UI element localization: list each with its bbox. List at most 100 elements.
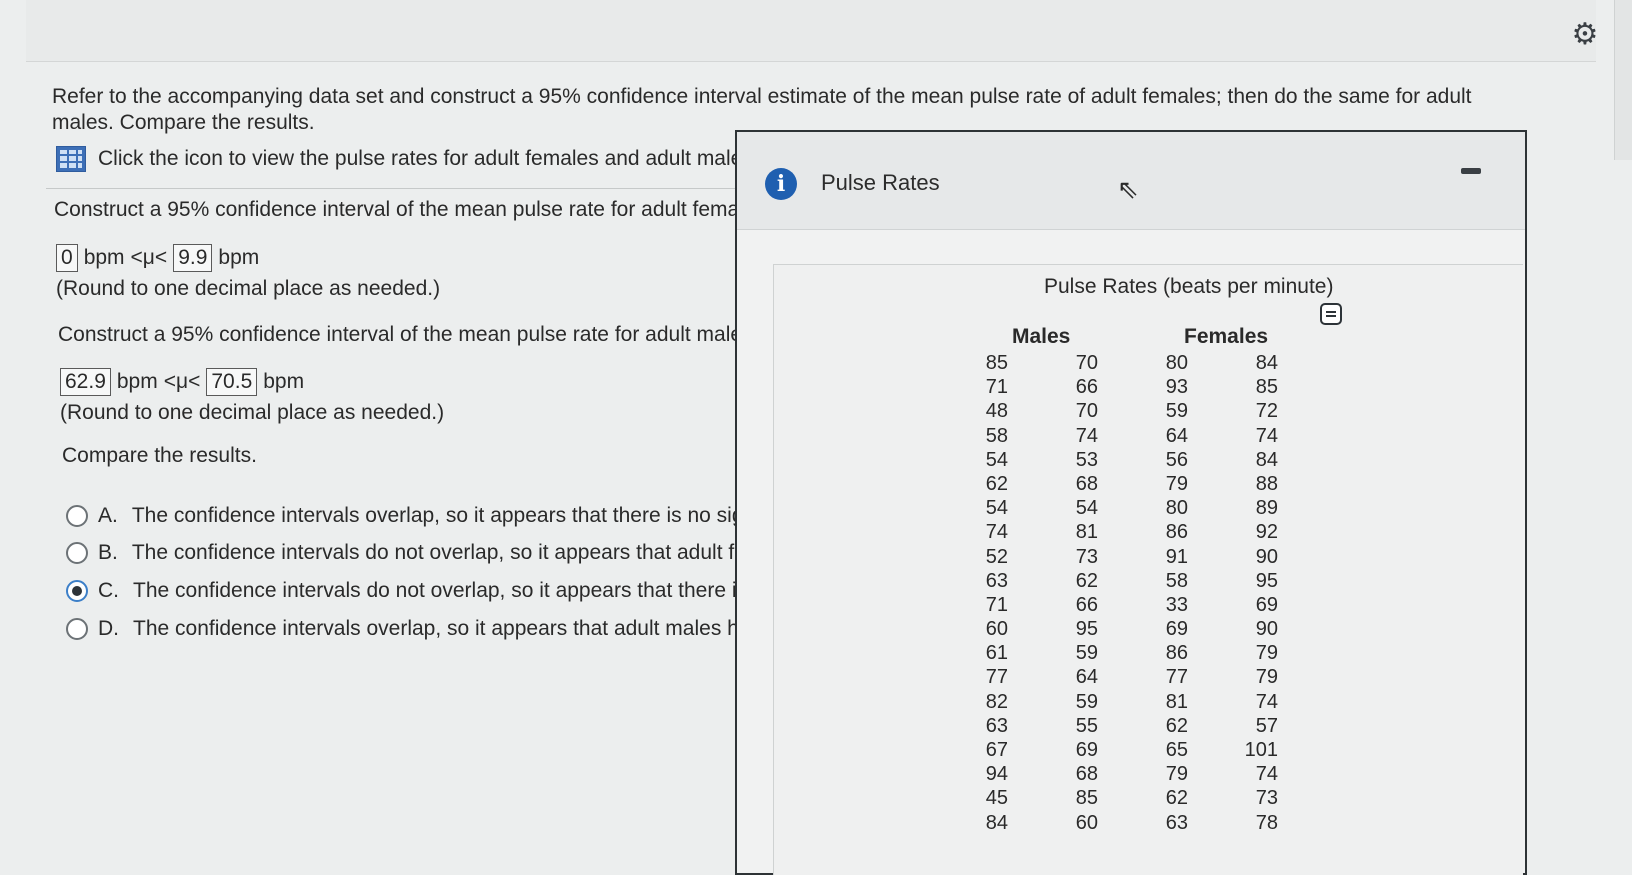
table-cell: 48 (985, 400, 1008, 423)
table-cell: 60 (985, 618, 1008, 641)
question-text: Refer to the accompanying data set and c… (52, 85, 1472, 134)
table-cell: 63 (985, 714, 1008, 737)
gear-icon[interactable]: ⚙ (1568, 18, 1602, 52)
table-cell: 52 (985, 545, 1008, 568)
table-cell: 80 (1165, 497, 1188, 520)
table-cell: 79 (1255, 642, 1278, 665)
table-cell: 79 (1255, 666, 1278, 689)
table-cell: 67 (985, 739, 1008, 761)
table-cell: 62 (1165, 787, 1188, 810)
part2-lower-input[interactable]: 62.9 (60, 368, 111, 396)
unit-label: bpm (218, 246, 260, 269)
table-cell: 81 (1075, 521, 1098, 544)
option-b[interactable]: B. The confidence intervals do not overl… (66, 541, 791, 565)
table-cell: 66 (1075, 593, 1098, 616)
table-cell: 54 (985, 497, 1008, 520)
males-col-2: 70 66 70 74 53 68 54 81 73 62 66 95 59 64 59 55 69 68 85 60 (1068, 351, 1098, 835)
table-cell: 101 (1244, 739, 1278, 761)
table-cell: 79 (1165, 763, 1188, 786)
table-cell: 84 (1255, 352, 1278, 374)
table-cell: 54 (985, 448, 1008, 471)
table-cell: 90 (1255, 618, 1278, 641)
table-cell: 71 (985, 593, 1008, 616)
table-cell: 56 (1165, 448, 1188, 471)
table-cell: 64 (1165, 424, 1188, 447)
unit-label: bpm (83, 246, 125, 269)
popup-header[interactable]: i Pulse Rates ⇖ (737, 132, 1525, 230)
table-cell: 85 (985, 352, 1008, 374)
table-cell: 61 (985, 642, 1008, 665)
part2-answer: 62.9 bpm <μ< 70.5 bpm (60, 368, 304, 396)
table-cell: 59 (1075, 642, 1098, 665)
table-cell: 60 (1075, 811, 1098, 834)
data-link-label[interactable]: Click the icon to view the pulse rates f… (98, 147, 759, 171)
table-cell: 74 (985, 521, 1008, 544)
table-cell: 62 (1165, 714, 1188, 737)
table-cell: 69 (1075, 739, 1098, 761)
table-cell: 70 (1075, 400, 1098, 423)
data-link[interactable]: Click the icon to view the pulse rates f… (56, 146, 759, 172)
males-col-1: 85 71 48 58 54 62 54 74 52 63 71 60 61 77 82 63 67 94 45 84 (978, 351, 1008, 835)
cursor-icon: ⇖ (1117, 174, 1139, 204)
table-cell: 74 (1255, 763, 1278, 786)
part1-prompt: Construct a 95% confidence interval of t… (54, 198, 772, 221)
table-cell: 69 (1165, 618, 1188, 641)
table-cell: 74 (1255, 690, 1278, 713)
table-cell: 58 (985, 424, 1008, 447)
table-cell: 62 (1075, 569, 1098, 592)
table-cell: 59 (1165, 400, 1188, 423)
table-cell: 58 (1165, 569, 1188, 592)
mu-symbol: <μ< (130, 246, 168, 269)
table-cell: 86 (1165, 642, 1188, 665)
table-title: Pulse Rates (beats per minute) (1044, 275, 1334, 298)
scrollbar[interactable] (1614, 0, 1632, 160)
part1-answer: 0 bpm <μ< 9.9 bpm (56, 244, 259, 272)
option-d[interactable]: D. The confidence intervals overlap, so … (66, 617, 790, 641)
table-cell: 91 (1165, 545, 1188, 568)
table-cell: 73 (1075, 545, 1098, 568)
table-cell: 79 (1165, 472, 1188, 495)
radio-b[interactable] (66, 542, 88, 564)
unit-label: bpm (116, 370, 158, 393)
males-header: Males (1012, 325, 1071, 348)
radio-d[interactable] (66, 618, 88, 640)
round-note: (Round to one decimal place as needed.) (56, 277, 441, 300)
table-cell: 65 (1165, 739, 1188, 761)
minimize-icon[interactable] (1461, 168, 1481, 174)
females-header: Females (1184, 325, 1269, 348)
info-icon: i (765, 168, 797, 200)
table-cell: 64 (1075, 666, 1098, 689)
radio-c[interactable] (66, 580, 88, 602)
table-cell: 90 (1255, 545, 1278, 568)
part1-lower-input[interactable]: 0 (56, 244, 78, 272)
table-cell: 74 (1255, 424, 1278, 447)
table-cell: 59 (1075, 690, 1098, 713)
table-cell: 68 (1075, 472, 1098, 495)
round-note: (Round to one decimal place as needed.) (60, 401, 445, 424)
table-cell: 82 (985, 690, 1008, 713)
table-cell: 89 (1255, 497, 1278, 520)
copy-icon[interactable] (1320, 303, 1342, 325)
table-cell: 63 (985, 569, 1008, 592)
data-table-panel: Pulse Rates (beats per minute) Males Fem… (773, 264, 1523, 875)
popup-title: Pulse Rates (821, 170, 940, 195)
table-cell: 53 (1075, 448, 1098, 471)
part2-upper-input[interactable]: 70.5 (206, 368, 258, 396)
option-c[interactable]: C. The confidence intervals do not overl… (66, 579, 793, 603)
option-a[interactable]: A. The confidence intervals overlap, so … (66, 504, 793, 528)
table-cell: 93 (1165, 376, 1188, 399)
table-cell: 85 (1075, 787, 1098, 810)
table-cell: 85 (1255, 376, 1278, 399)
table-cell: 57 (1255, 714, 1278, 737)
table-cell: 80 (1165, 352, 1188, 374)
table-cell: 68 (1075, 763, 1098, 786)
table-cell: 33 (1165, 593, 1188, 616)
radio-a[interactable] (66, 505, 88, 527)
table-cell: 84 (1255, 448, 1278, 471)
part1-upper-input[interactable]: 9.9 (173, 244, 213, 272)
table-cell: 69 (1255, 593, 1278, 616)
table-cell: 77 (985, 666, 1008, 689)
table-icon[interactable] (56, 146, 86, 172)
table-cell: 88 (1255, 472, 1278, 495)
table-cell: 81 (1165, 690, 1188, 713)
